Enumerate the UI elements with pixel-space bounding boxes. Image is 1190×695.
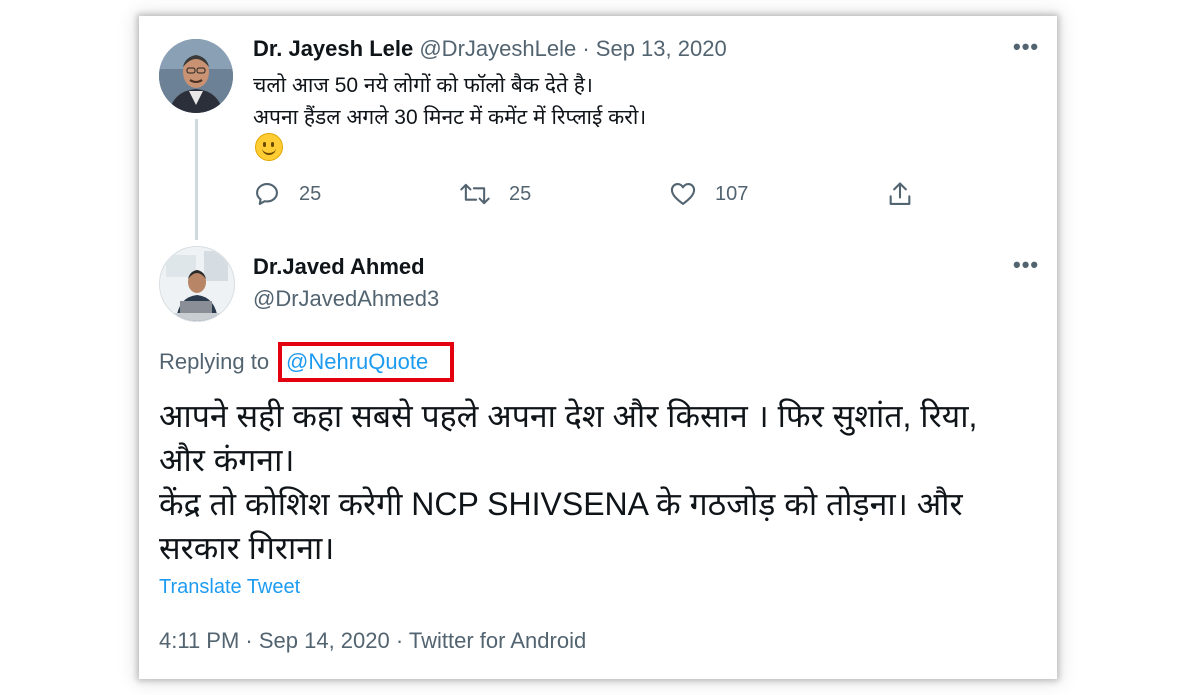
tweet2-author-handle[interactable]: @DrJavedAhmed3	[253, 286, 439, 312]
tweet2-line-4: सरकार गिराना।	[159, 530, 335, 566]
avatar-jayesh-lele[interactable]	[159, 39, 233, 113]
retweet-count: 25	[509, 182, 532, 205]
share-icon	[886, 180, 914, 208]
heart-icon	[669, 180, 697, 208]
tweet-card: Dr. Jayesh Lele @DrJayeshLele · Sep 13, …	[139, 16, 1057, 679]
retweet-button[interactable]: 25	[459, 179, 531, 209]
replying-to-label: Replying to	[159, 349, 270, 374]
thread-connector-line	[195, 119, 198, 240]
tweet1-separator: ·	[582, 36, 590, 61]
tweet1-date[interactable]: Sep 13, 2020	[596, 36, 727, 61]
tweet2-text: आपने सही कहा सबसे पहले अपना देश और किसान…	[159, 394, 1049, 570]
tweet2-line-2: और कंगना।	[159, 442, 295, 478]
red-highlight-box	[278, 342, 454, 382]
tweet2-author-name[interactable]: Dr.Javed Ahmed	[253, 254, 425, 280]
smiling-face-emoji-icon	[255, 133, 283, 161]
tweet1-author-name[interactable]: Dr. Jayesh Lele	[253, 36, 413, 61]
like-count: 107	[715, 182, 749, 205]
tweet1-author-handle[interactable]: @DrJayeshLele	[419, 36, 576, 61]
avatar-javed-ahmed[interactable]	[159, 246, 235, 322]
tweet1-header: Dr. Jayesh Lele @DrJayeshLele · Sep 13, …	[253, 36, 727, 62]
translate-tweet-link[interactable]: Translate Tweet	[159, 576, 300, 599]
reply-button[interactable]: 25	[253, 179, 321, 209]
more-icon[interactable]: •••	[1013, 254, 1039, 276]
tweet2-line-1: आपने सही कहा सबसे पहले अपना देश और किसान…	[159, 398, 978, 434]
like-button[interactable]: 107	[669, 179, 748, 209]
tweet1-line-1: चलो आज 50 नये लोगों को फॉलो बैक देते है।	[253, 74, 593, 97]
retweet-icon	[459, 180, 491, 208]
reply-count: 25	[299, 182, 322, 205]
tweet1-text: चलो आज 50 नये लोगों को फॉलो बैक देते है।…	[253, 70, 646, 134]
tweet2-line-3: केंद्र तो कोशिश करेगी NCP SHIVSENA के गठ…	[159, 486, 963, 522]
share-button[interactable]	[886, 179, 914, 209]
reply-icon	[253, 180, 281, 208]
tweet2-timestamp-source[interactable]: 4:11 PM · Sep 14, 2020 · Twitter for And…	[159, 628, 586, 654]
more-icon[interactable]: •••	[1013, 36, 1039, 58]
tweet1-line-2: अपना हैंडल अगले 30 मिनट में कमेंट में रि…	[253, 106, 647, 129]
